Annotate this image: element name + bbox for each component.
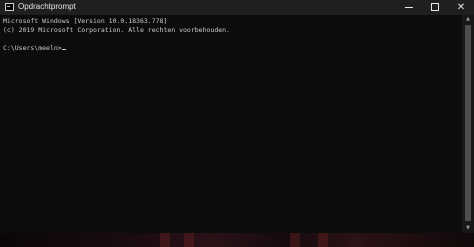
minimize-icon xyxy=(405,7,413,8)
background-stripe xyxy=(184,233,194,247)
title-bar[interactable]: Opdrachtprompt ✕ xyxy=(0,0,474,15)
background-stripe xyxy=(160,233,170,247)
text-cursor xyxy=(61,49,66,50)
scroll-thumb[interactable] xyxy=(465,25,471,221)
vertical-scrollbar[interactable]: ▲ ▼ xyxy=(462,15,474,233)
scroll-up-icon[interactable]: ▲ xyxy=(462,15,474,24)
desktop-background-strip xyxy=(0,233,474,247)
background-stripe xyxy=(290,233,300,247)
cmd-icon[interactable] xyxy=(5,3,14,11)
maximize-button[interactable] xyxy=(422,0,448,15)
console-output[interactable]: Microsoft Windows [Version 10.0.18363.77… xyxy=(0,15,462,247)
console-line-version: Microsoft Windows [Version 10.0.18363.77… xyxy=(3,17,168,25)
maximize-icon xyxy=(431,3,439,11)
background-stripe xyxy=(318,233,328,247)
scroll-down-icon[interactable]: ▼ xyxy=(462,224,474,233)
close-button[interactable]: ✕ xyxy=(448,0,474,15)
console-prompt: C:\Users\meeln> xyxy=(3,44,62,52)
window-title: Opdrachtprompt xyxy=(18,2,76,11)
command-prompt-window: Opdrachtprompt ✕ Microsoft Windows [Vers… xyxy=(0,0,474,247)
console-line-copyright: (c) 2019 Microsoft Corporation. Alle rec… xyxy=(3,26,230,34)
close-icon: ✕ xyxy=(456,2,466,13)
console-prompt-line: C:\Users\meeln> xyxy=(3,44,462,53)
minimize-button[interactable] xyxy=(396,0,422,15)
